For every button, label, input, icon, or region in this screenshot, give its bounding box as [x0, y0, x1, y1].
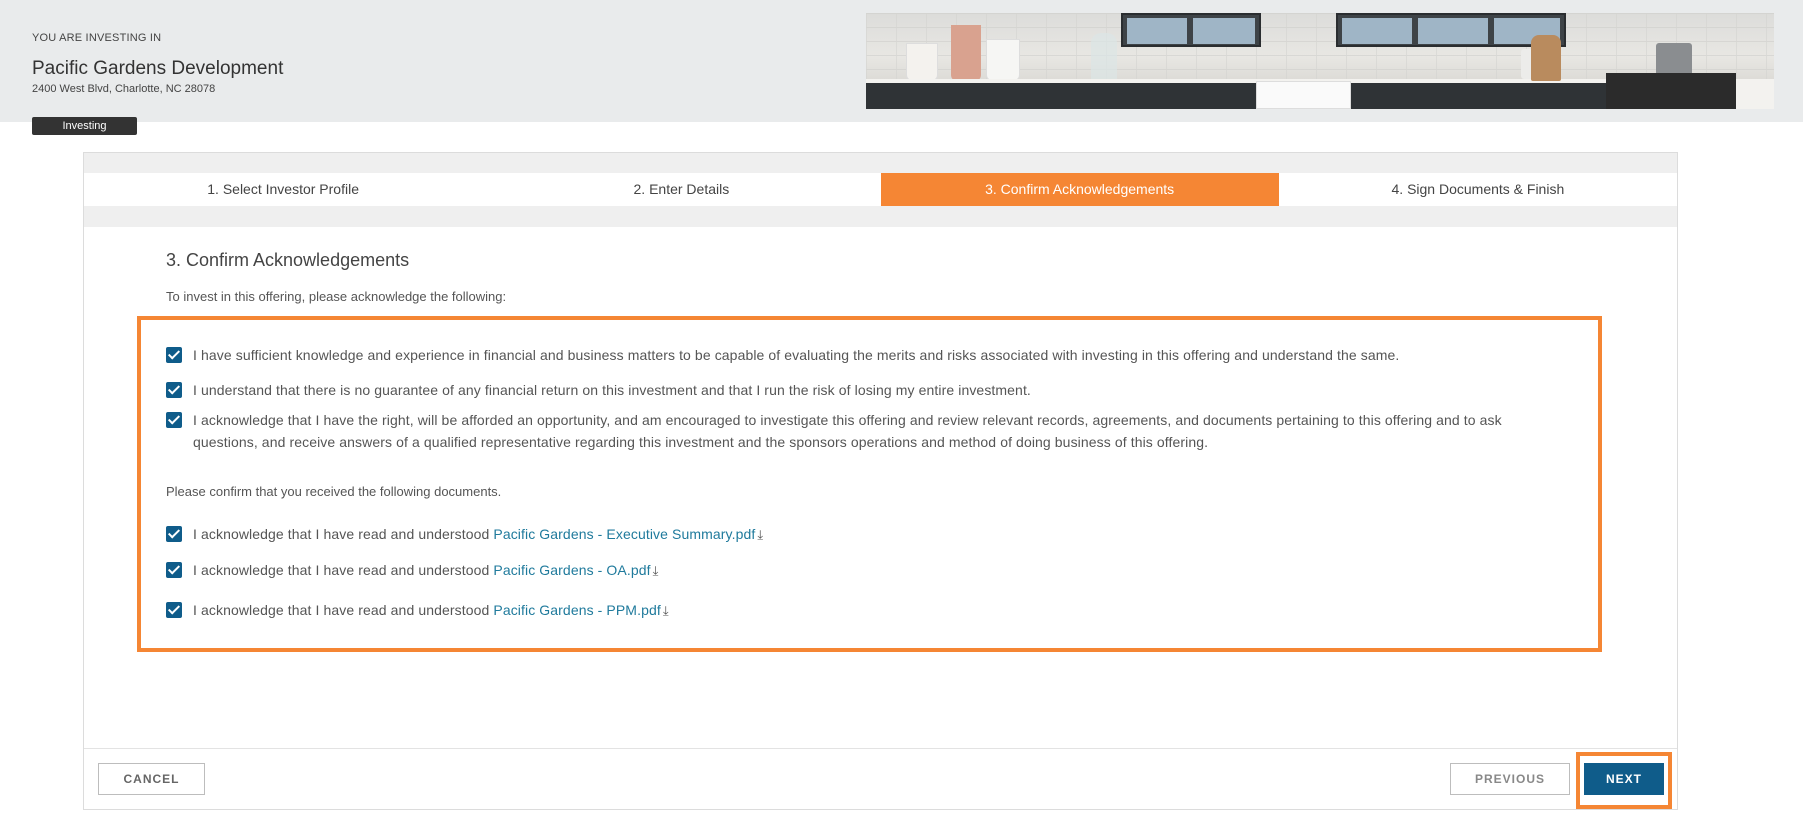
document-link-executive-summary[interactable]: Pacific Gardens - Executive Summary.pdf	[493, 526, 755, 542]
acknowledgement-text: I acknowledge that I have the right, wil…	[193, 412, 1502, 450]
document-ack-item: I acknowledge that I have read and under…	[166, 599, 669, 622]
document-ack-prefix: I acknowledge that I have read and under…	[193, 562, 490, 578]
document-ack-item: I acknowledge that I have read and under…	[166, 559, 658, 582]
checkbox-checked-icon[interactable]	[166, 347, 182, 363]
step-enter-details[interactable]: 2. Enter Details	[482, 173, 881, 206]
document-ack-text: I acknowledge that I have read and under…	[193, 599, 669, 622]
document-ack-prefix: I acknowledge that I have read and under…	[193, 526, 490, 542]
checkbox-checked-icon[interactable]	[166, 526, 182, 542]
download-icon[interactable]: ⤓	[653, 560, 659, 582]
checkbox-checked-icon[interactable]	[166, 382, 182, 398]
offering-hero-image	[866, 13, 1774, 109]
document-ack-item: I acknowledge that I have read and under…	[166, 523, 763, 546]
section-title: 3. Confirm Acknowledgements	[166, 250, 410, 270]
checkbox-checked-icon[interactable]	[166, 412, 182, 428]
download-icon[interactable]: ⤓	[663, 600, 669, 622]
document-ack-text: I acknowledge that I have read and under…	[193, 523, 763, 546]
acknowledgement-item: I understand that there is no guarantee …	[166, 379, 1568, 401]
acknowledgement-item: I acknowledge that I have the right, wil…	[166, 409, 1568, 453]
step-confirm-acknowledgements[interactable]: 3. Confirm Acknowledgements	[880, 173, 1279, 206]
wizard-stepper: 1. Select Investor Profile 2. Enter Deta…	[84, 173, 1677, 206]
download-icon[interactable]: ⤓	[757, 524, 763, 546]
footer-divider	[84, 748, 1677, 749]
acknowledgement-item: I have sufficient knowledge and experien…	[166, 344, 1568, 366]
offering-address: 2400 West Blvd, Charlotte, NC 28078	[32, 83, 216, 95]
previous-button[interactable]: PREVIOUS	[1450, 763, 1570, 795]
acknowledgement-text: I have sufficient knowledge and experien…	[193, 347, 1400, 363]
step-sign-documents-finish[interactable]: 4. Sign Documents & Finish	[1278, 173, 1677, 206]
offering-name: Pacific Gardens Development	[32, 58, 284, 79]
document-link-ppm[interactable]: Pacific Gardens - PPM.pdf	[493, 602, 660, 618]
offering-header: YOU ARE INVESTING IN Pacific Gardens Dev…	[0, 0, 1803, 122]
cancel-button[interactable]: CANCEL	[98, 763, 205, 795]
acknowledgement-text: I understand that there is no guarantee …	[193, 382, 1031, 398]
investment-wizard-card: 1. Select Investor Profile 2. Enter Deta…	[83, 152, 1678, 810]
next-button[interactable]: NEXT	[1584, 763, 1664, 795]
section-intro: To invest in this offering, please ackno…	[166, 289, 507, 304]
step-select-investor-profile[interactable]: 1. Select Investor Profile	[84, 173, 483, 206]
document-ack-text: I acknowledge that I have read and under…	[193, 559, 658, 582]
eyebrow-label: YOU ARE INVESTING IN	[32, 32, 162, 44]
document-link-oa[interactable]: Pacific Gardens - OA.pdf	[493, 562, 650, 578]
status-badge: Investing	[32, 117, 137, 135]
documents-intro: Please confirm that you received the fol…	[166, 484, 502, 499]
checkbox-checked-icon[interactable]	[166, 602, 182, 618]
document-ack-prefix: I acknowledge that I have read and under…	[193, 602, 490, 618]
checkbox-checked-icon[interactable]	[166, 562, 182, 578]
